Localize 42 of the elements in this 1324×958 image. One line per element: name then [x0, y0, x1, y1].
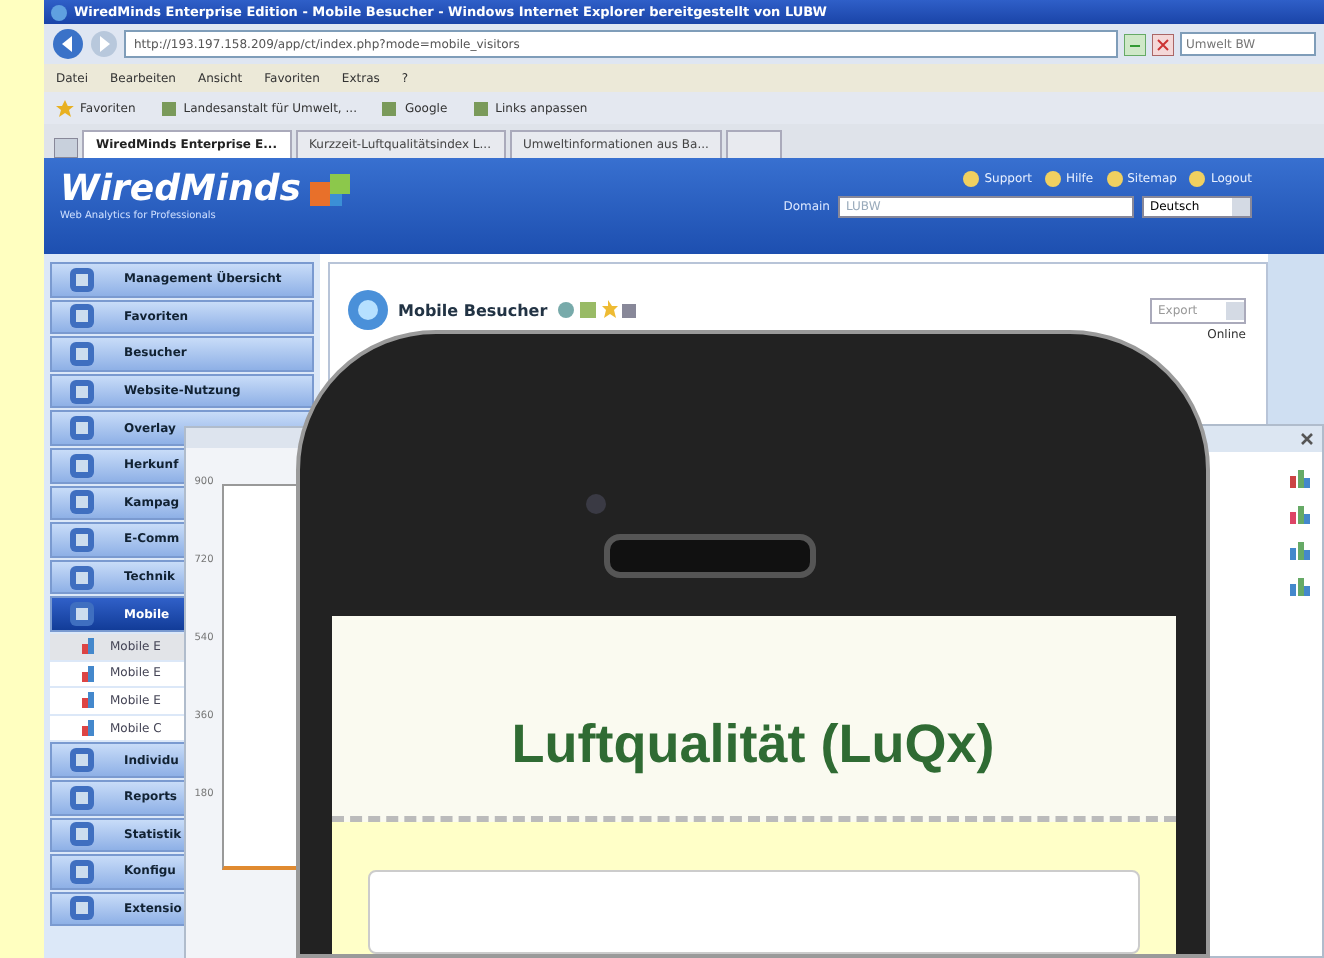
folder-icon: [68, 265, 96, 294]
folder-icon: [68, 302, 96, 331]
folder-icon: [68, 894, 96, 923]
folder-icon: [68, 414, 96, 443]
chart-icon[interactable]: [1290, 576, 1310, 596]
chart-icon[interactable]: [1290, 540, 1310, 560]
tab-list-icon[interactable]: [54, 138, 78, 158]
speaker-icon: [604, 534, 816, 578]
folder-icon: [68, 451, 96, 480]
logo-icon: [309, 170, 353, 210]
link-icon: [1043, 170, 1062, 188]
camera-icon: [586, 494, 606, 514]
browser-icon: [50, 3, 68, 21]
logo-text: WiredMinds: [60, 170, 301, 210]
app-title: Luftqualität (LuQx): [511, 711, 995, 775]
folder-icon: [68, 857, 96, 886]
page-title: Mobile Besucher: [398, 301, 548, 319]
star-icon: [56, 99, 74, 117]
link-icon: [380, 99, 399, 117]
toolbar-icons[interactable]: [555, 300, 636, 320]
link-icon: [1105, 170, 1124, 188]
folder-icon: [68, 600, 96, 629]
new-tab-button[interactable]: [726, 130, 783, 158]
link-icon: [471, 99, 490, 117]
chart-icon[interactable]: [1290, 468, 1310, 488]
link-icon: [962, 170, 981, 188]
folder-icon: [68, 820, 96, 849]
globe-icon: [346, 288, 390, 332]
folder-icon: [68, 783, 96, 812]
folder-icon: [68, 746, 96, 775]
folder-icon: [68, 563, 96, 592]
back-icon[interactable]: [52, 28, 84, 60]
folder-icon: [68, 525, 96, 554]
chart-icon[interactable]: [1290, 504, 1310, 524]
input-field[interactable]: [367, 870, 1139, 954]
folder-icon: [68, 339, 96, 368]
stop-icon[interactable]: [1152, 33, 1174, 55]
folder-icon: [68, 377, 96, 406]
link-icon: [1188, 170, 1207, 188]
folder-icon: [68, 488, 96, 517]
close-icon[interactable]: [1300, 432, 1314, 446]
link-icon: [159, 99, 178, 117]
